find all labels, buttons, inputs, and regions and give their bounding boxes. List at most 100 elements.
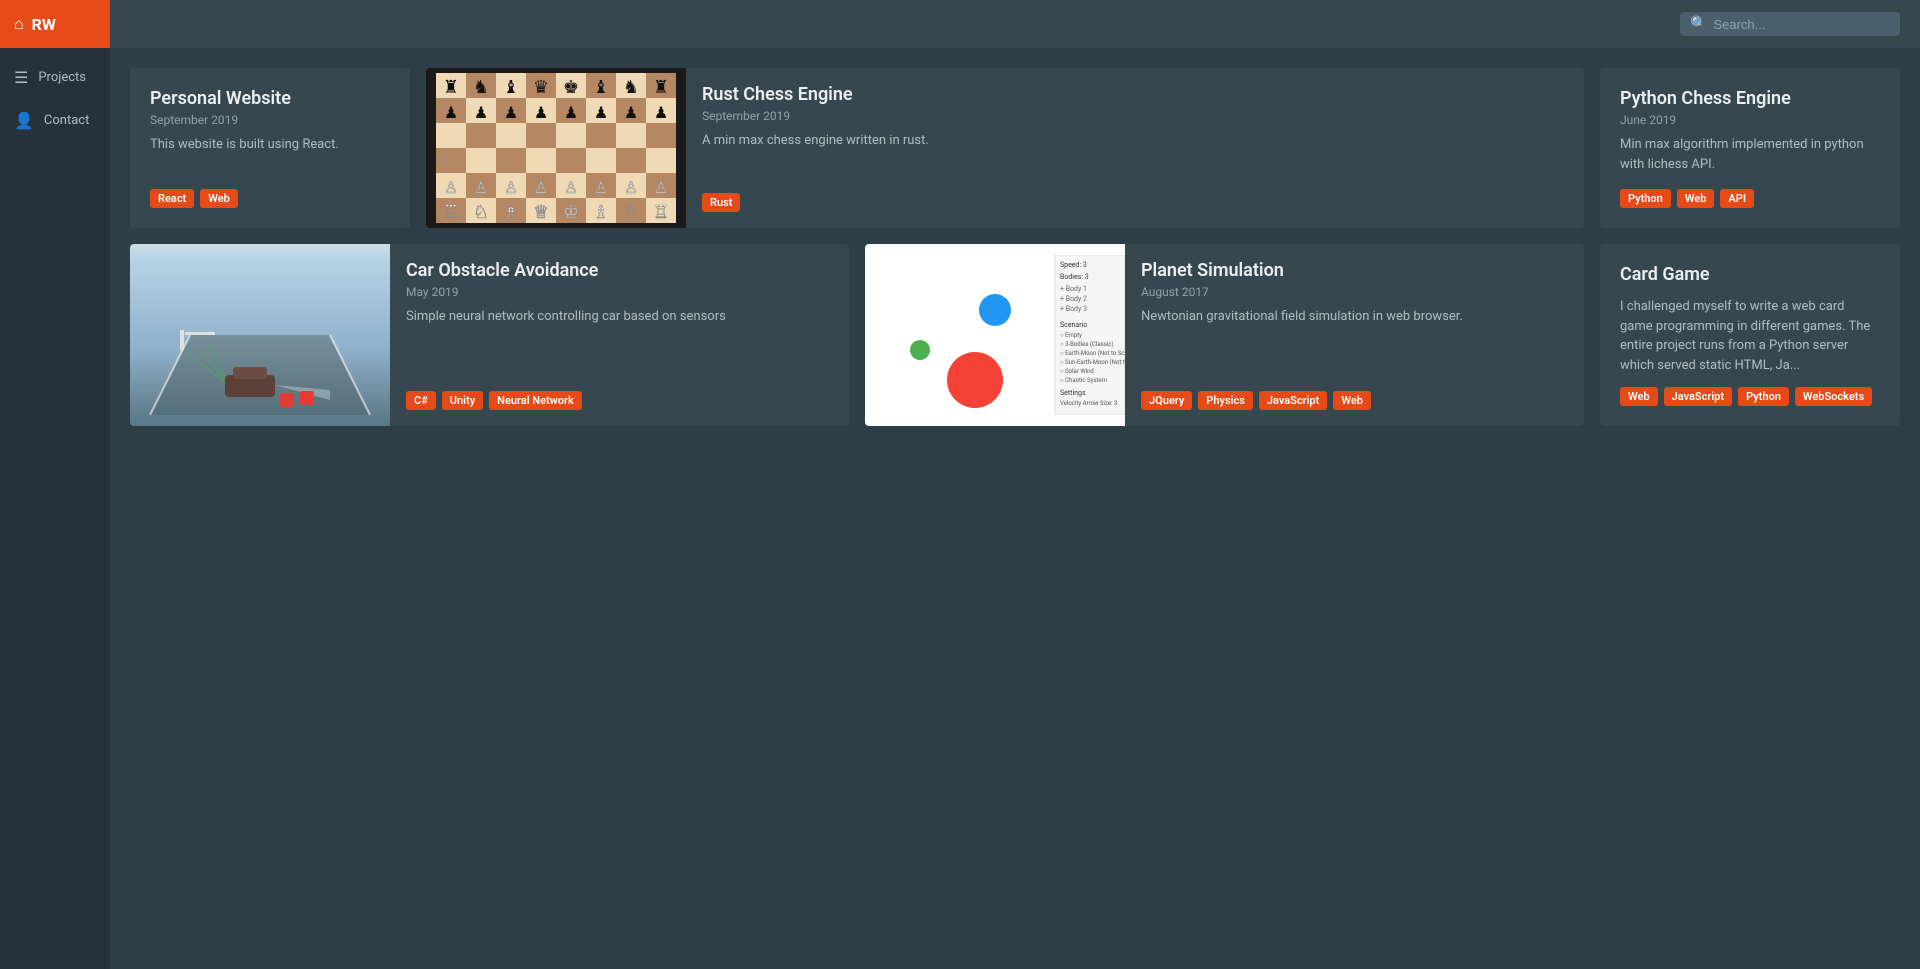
svg-text:○ 3-Bodies (Classic): ○ 3-Bodies (Classic) [1060, 341, 1113, 348]
tag-javascript: JavaScript [1259, 391, 1327, 410]
card-desc: A min max chess engine written in rust. [702, 131, 1568, 181]
svg-text:♕: ♕ [533, 202, 549, 223]
svg-text:♙: ♙ [534, 178, 548, 197]
svg-text:♙: ♙ [564, 178, 578, 197]
sidebar-item-projects[interactable]: ☰ Projects [0, 56, 110, 99]
tag-javascript: JavaScript [1664, 387, 1732, 406]
svg-text:○ Earth-Moon (Not to Scale): ○ Earth-Moon (Not to Scale) [1060, 350, 1125, 357]
card-date: June 2019 [1620, 113, 1880, 127]
tag-jquery: JQuery [1141, 391, 1192, 410]
card-tags: Web JavaScript Python WebSockets [1620, 387, 1880, 406]
card-tags: Rust [702, 193, 1568, 212]
card-info: Planet Simulation August 2017 Newtonian … [1125, 244, 1584, 426]
svg-text:♟: ♟ [534, 103, 548, 122]
tag-web: Web [200, 189, 238, 208]
svg-text:♘: ♘ [623, 202, 639, 223]
tag-web: Web [1677, 189, 1715, 208]
card-info: Car Obstacle Avoidance May 2019 Simple n… [390, 244, 849, 426]
card-desc: Simple neural network controlling car ba… [406, 307, 833, 379]
projects-content: Personal Website September 2019 This web… [110, 48, 1920, 446]
card-date: September 2019 [702, 109, 1568, 123]
card-desc: I challenged myself to write a web card … [1620, 297, 1880, 375]
tag-csharp: C# [406, 391, 436, 410]
svg-text:+ Body 3: + Body 3 [1060, 305, 1087, 313]
card-title: Personal Website [150, 88, 390, 109]
project-card-planet[interactable]: Speed: 3 Bodies: 3 + Body 1 + Body 2 + B… [865, 244, 1584, 426]
card-title: Car Obstacle Avoidance [406, 260, 833, 281]
card-title: Rust Chess Engine [702, 84, 1568, 105]
chess-board-svg: ♜ ♞ ♝ ♛ ♚ ♝ ♞ ♜ ♟ ♟ ♟ [426, 68, 686, 228]
tag-web: Web [1620, 387, 1658, 406]
svg-text:♟: ♟ [624, 103, 638, 122]
contact-icon: 👤 [14, 111, 34, 130]
svg-text:Settings: Settings [1060, 389, 1086, 397]
svg-text:♞: ♞ [623, 77, 639, 98]
svg-text:♟: ♟ [654, 103, 668, 122]
main-content: 🔍 Personal Website September 2019 This w… [110, 0, 1920, 969]
svg-text:○ Empty: ○ Empty [1060, 332, 1082, 339]
card-tags: Python Web API [1620, 189, 1880, 208]
svg-text:♟: ♟ [564, 103, 578, 122]
search-input[interactable] [1713, 17, 1890, 32]
svg-text:Velocity Arrow Size: 3: Velocity Arrow Size: 3 [1060, 400, 1117, 407]
planet-thumbnail: Speed: 3 Bodies: 3 + Body 1 + Body 2 + B… [865, 244, 1125, 426]
planet-svg: Speed: 3 Bodies: 3 + Body 1 + Body 2 + B… [865, 255, 1125, 415]
tag-websockets: WebSockets [1795, 387, 1872, 406]
svg-text:+ Body 2: + Body 2 [1060, 295, 1087, 303]
svg-text:♔: ♔ [563, 202, 579, 223]
card-desc: Min max algorithm implemented in python … [1620, 135, 1880, 177]
svg-text:○ Chaotic System: ○ Chaotic System [1060, 377, 1107, 384]
project-card-car[interactable]: Car Obstacle Avoidance May 2019 Simple n… [130, 244, 849, 426]
card-desc: Newtonian gravitational field simulation… [1141, 307, 1568, 379]
home-icon: ⌂ [14, 14, 24, 34]
card-desc: This website is built using React. [150, 135, 390, 177]
card-date: August 2017 [1141, 285, 1568, 299]
sidebar-item-contact[interactable]: 👤 Contact [0, 99, 110, 142]
svg-text:♟: ♟ [474, 103, 488, 122]
projects-row-1: Personal Website September 2019 This web… [130, 68, 1900, 228]
card-tags: JQuery Physics JavaScript Web [1141, 391, 1568, 410]
svg-text:♟: ♟ [594, 103, 608, 122]
search-wrapper[interactable]: 🔍 [1680, 12, 1900, 36]
svg-text:○ Solar Wind: ○ Solar Wind [1060, 368, 1094, 375]
svg-text:♟: ♟ [444, 103, 458, 122]
svg-text:♖: ♖ [653, 202, 669, 223]
sidebar-logo[interactable]: ⌂ RW [0, 0, 110, 48]
project-card-rust-chess[interactable]: ♜ ♞ ♝ ♛ ♚ ♝ ♞ ♜ ♟ ♟ ♟ [426, 68, 1584, 228]
tag-python: Python [1620, 189, 1671, 208]
svg-text:♗: ♗ [503, 202, 519, 223]
tag-physics: Physics [1198, 391, 1253, 410]
card-date: September 2019 [150, 113, 390, 127]
tag-rust: Rust [702, 193, 740, 212]
tag-neural-network: Neural Network [489, 391, 582, 410]
project-card-python-chess[interactable]: Python Chess Engine June 2019 Min max al… [1600, 68, 1900, 228]
projects-row-2: Car Obstacle Avoidance May 2019 Simple n… [130, 244, 1900, 426]
header: 🔍 [110, 0, 1920, 48]
tag-react: React [150, 189, 194, 208]
sidebar-item-contact-label: Contact [44, 113, 89, 128]
svg-text:○ Sun-Earth-Moon (Not to Scale: ○ Sun-Earth-Moon (Not to Scale) [1060, 359, 1125, 366]
card-title: Card Game [1620, 264, 1880, 285]
project-card-personal-website[interactable]: Personal Website September 2019 This web… [130, 68, 410, 228]
svg-text:♖: ♖ [443, 202, 459, 223]
svg-text:♚: ♚ [563, 77, 579, 98]
svg-text:♝: ♝ [593, 77, 609, 98]
svg-text:Bodies: 3: Bodies: 3 [1060, 273, 1089, 281]
svg-text:♟: ♟ [504, 103, 518, 122]
svg-text:♙: ♙ [444, 178, 458, 197]
car-thumbnail [130, 244, 390, 426]
svg-text:♙: ♙ [624, 178, 638, 197]
card-title: Planet Simulation [1141, 260, 1568, 281]
logo-text: RW [32, 15, 56, 34]
svg-text:♙: ♙ [654, 178, 668, 197]
svg-text:♞: ♞ [473, 77, 489, 98]
svg-text:♛: ♛ [533, 77, 549, 98]
svg-text:♗: ♗ [593, 202, 609, 223]
svg-text:♙: ♙ [594, 178, 608, 197]
tag-web: Web [1333, 391, 1371, 410]
svg-text:Speed: 3: Speed: 3 [1060, 261, 1087, 269]
svg-text:Scenario: Scenario [1060, 321, 1087, 329]
project-card-card-game[interactable]: Card Game I challenged myself to write a… [1600, 244, 1900, 426]
tag-python: Python [1738, 387, 1789, 406]
svg-text:♝: ♝ [503, 77, 519, 98]
